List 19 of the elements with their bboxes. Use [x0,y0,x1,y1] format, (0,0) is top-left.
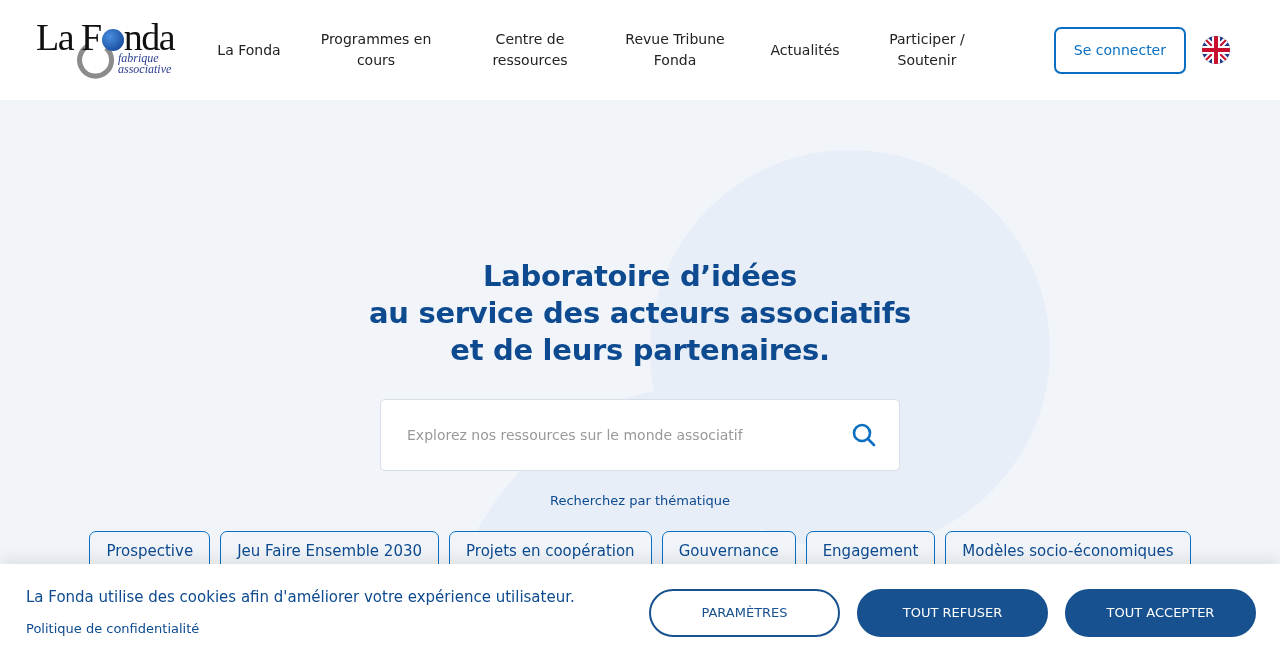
privacy-link[interactable]: Politique de confidentialité [26,621,200,636]
nav-link[interactable]: Programmes en cours [294,29,458,71]
search-icon[interactable] [852,423,876,447]
nav-link[interactable]: Participer / Soutenir [862,29,992,71]
logo-tagline: fabrique [118,53,159,64]
uk-flag-icon[interactable] [1202,36,1230,64]
cookie-button[interactable]: PARAMÈTRES [649,588,840,637]
cookie-button[interactable]: TOUT ACCEPTER [1065,588,1256,637]
nav-link[interactable]: La Fonda [214,39,284,61]
hero-title: Laboratoire d’idées au service des acteurs associatifs et de leurs partenaires. [369,258,911,369]
theme-link[interactable]: Recherchez par thématique [549,493,731,508]
logo-tagline: associative [118,64,172,75]
cookie-message: La Fonda utilise des cookies afin d'améliorer votre expérience utilisateur. [26,588,576,606]
search-field[interactable]: Explorez nos ressources sur le monde associatif [380,399,900,471]
login-button[interactable]: Se connecter [1053,26,1186,74]
cookie-button[interactable]: TOUT REFUSER [857,588,1048,637]
nav-link[interactable]: Actualités [748,39,862,61]
nav-link[interactable]: Centre de ressources [458,29,602,71]
nav-link[interactable]: Revue Tribune Fonda [602,29,748,71]
